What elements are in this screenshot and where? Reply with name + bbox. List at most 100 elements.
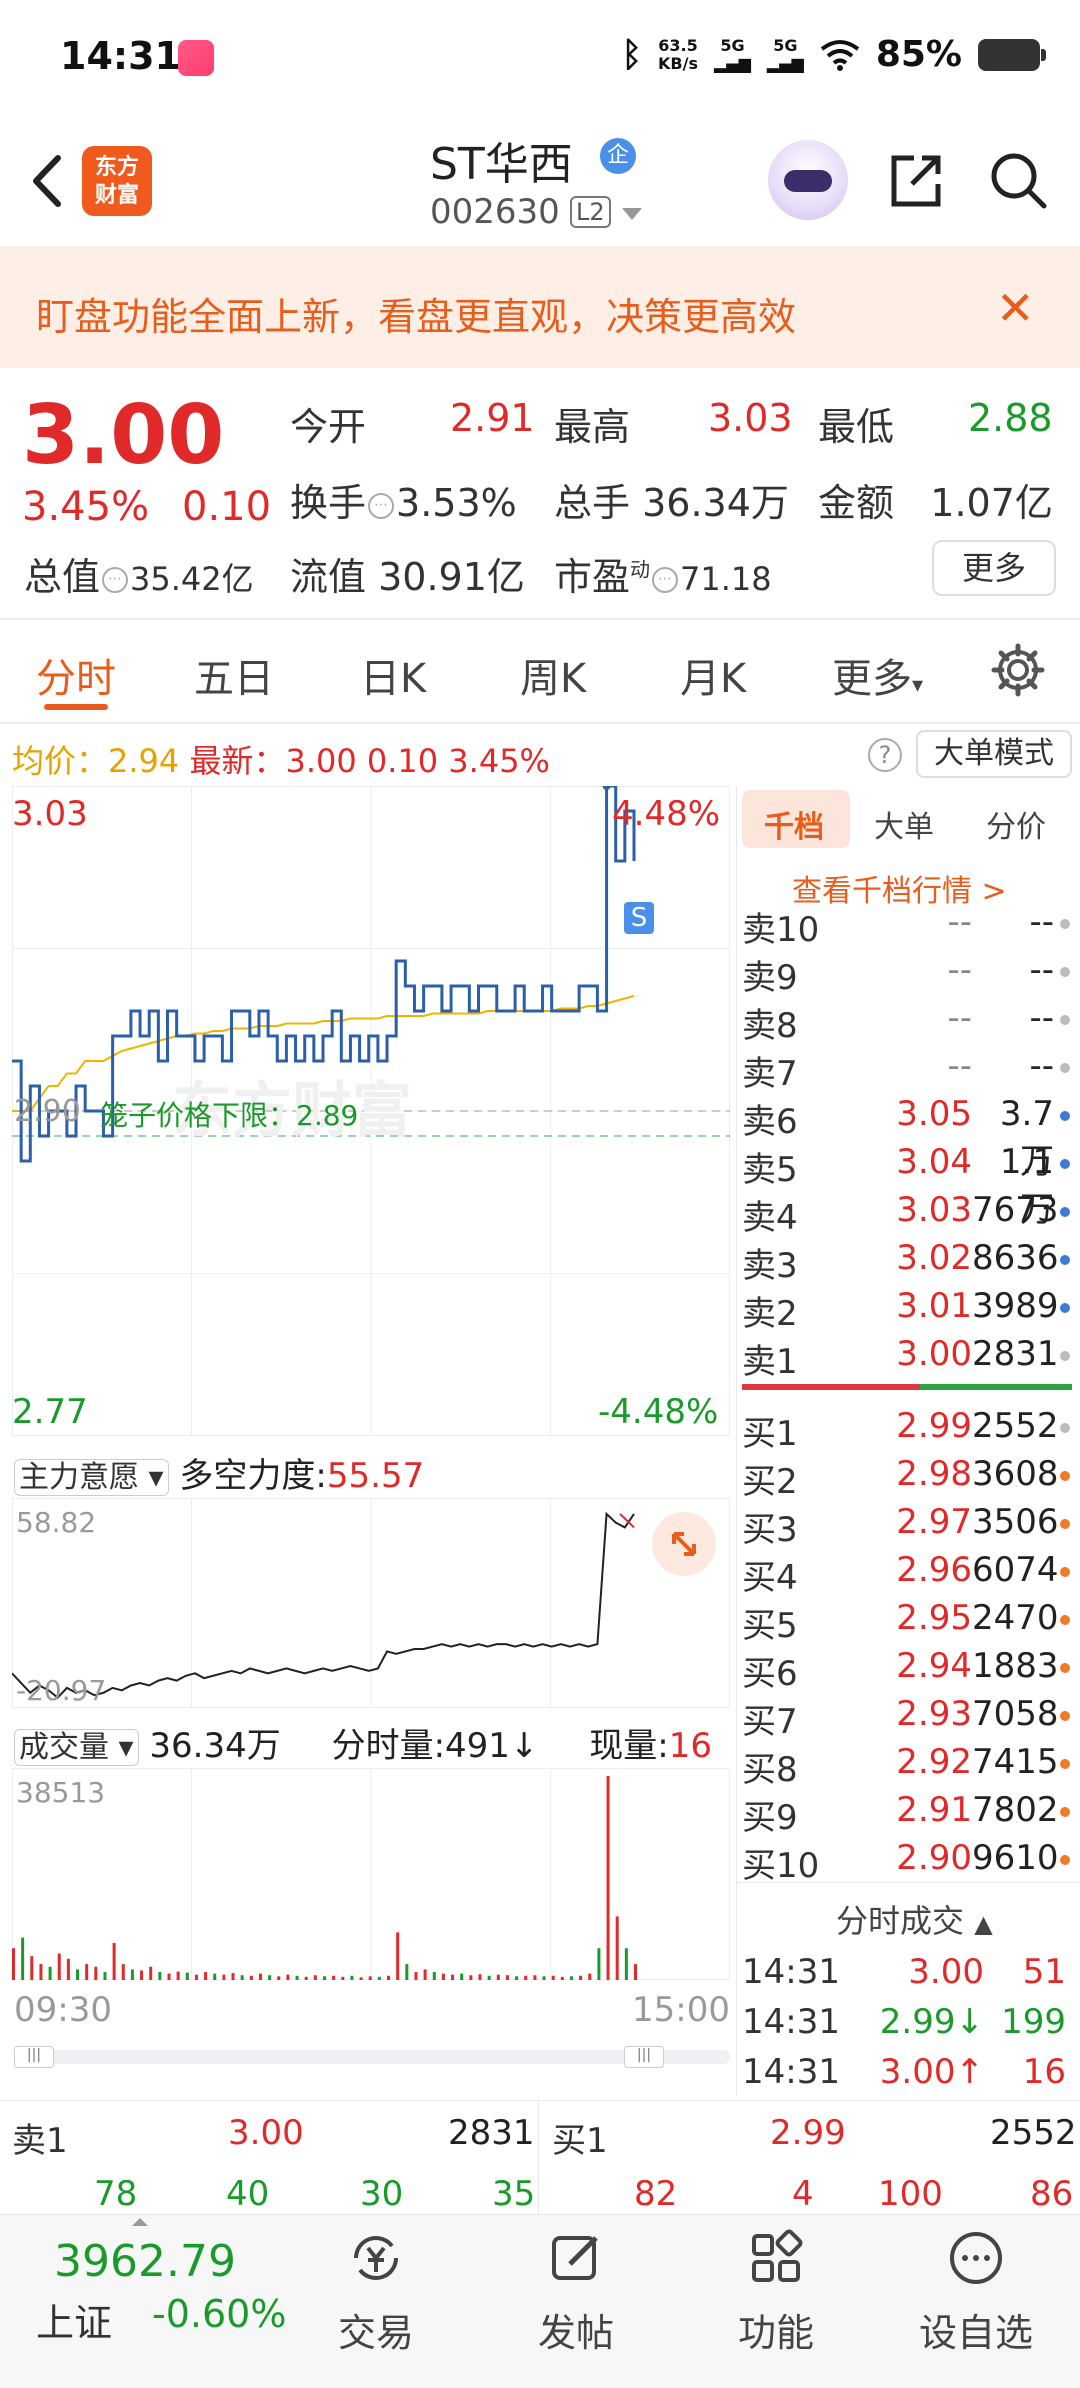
sell-level-row[interactable]: 卖5 3.04 1.1万: [742, 1142, 1072, 1230]
volume-chart[interactable]: [12, 1768, 730, 1980]
tab-intraday[interactable]: 分时: [36, 646, 116, 704]
share-icon[interactable]: [884, 148, 948, 212]
sell1-price: 3.00: [228, 2113, 304, 2153]
scroll-handle-left[interactable]: |||: [14, 2046, 54, 2068]
y-mid-label: 2.90: [14, 1094, 81, 1129]
info-icon[interactable]: ⋯: [102, 566, 129, 593]
nav-functions[interactable]: 功能: [706, 2228, 846, 2357]
nav-trade[interactable]: 交易: [306, 2228, 446, 2357]
tab-weekly-k[interactable]: 周K: [520, 646, 586, 704]
scroll-handle-right[interactable]: |||: [624, 2046, 664, 2068]
buy-level-row[interactable]: 买9 2.91 7802: [742, 1790, 1072, 1838]
volume-bar: [478, 1974, 482, 1980]
chart-scrollbar[interactable]: [14, 2050, 730, 2064]
sell-level-row[interactable]: 卖3 3.02 8636: [742, 1238, 1072, 1286]
buy-level-row[interactable]: 买4 2.96 6074: [742, 1550, 1072, 1598]
time-start-label: 09:30: [14, 1990, 112, 2030]
buy-level-row[interactable]: 买1 2.99 2552: [742, 1406, 1072, 1454]
level-dot: [1060, 919, 1070, 929]
big-order-mode-button[interactable]: 大单模式: [916, 730, 1072, 778]
tab-five-day[interactable]: 五日: [194, 646, 274, 704]
level-volume: --: [1029, 950, 1054, 990]
gear-icon[interactable]: [990, 642, 1046, 698]
close-icon[interactable]: ✕: [996, 285, 1035, 331]
volume-bar: [213, 1973, 217, 1980]
volume-bar: [48, 1966, 52, 1980]
volume-bar: [560, 1976, 564, 1980]
volume-bar: [396, 1932, 400, 1980]
sell-signal-marker[interactable]: S: [624, 902, 654, 934]
sell-level-row[interactable]: 卖7 -- --: [742, 1046, 1072, 1094]
tab-monthly-k[interactable]: 月K: [680, 646, 746, 704]
volume-bar: [121, 1964, 125, 1980]
level-dot: [1060, 1615, 1070, 1625]
tick-row: 14:31 3.00↑ 16: [742, 2052, 1072, 2102]
ai-assistant-icon[interactable]: [768, 140, 848, 220]
buy-level-row[interactable]: 买2 2.98 3608: [742, 1454, 1072, 1502]
nav-watchlist[interactable]: 设自选: [906, 2228, 1046, 2357]
sell-level-row[interactable]: 卖1 3.00 2831: [742, 1334, 1072, 1382]
volume-max-label: 38513: [16, 1776, 106, 1809]
level-dot: [1060, 1519, 1070, 1529]
battery-percent: 85%: [875, 34, 962, 75]
indicator-dropdown[interactable]: 主力意愿 ▾: [14, 1459, 169, 1496]
help-icon[interactable]: ?: [868, 738, 902, 772]
volume-bar: [286, 1974, 290, 1980]
sell-level-row[interactable]: 卖2 3.01 3989: [742, 1286, 1072, 1334]
index-name[interactable]: 上证: [36, 2292, 112, 2347]
more-button[interactable]: 更多: [932, 540, 1056, 596]
volume-bar: [194, 1974, 198, 1980]
stock-code[interactable]: 002630: [430, 192, 560, 232]
tab-big-orders[interactable]: 大单: [874, 802, 934, 846]
sell-level-row[interactable]: 卖6 3.05 3.7万: [742, 1094, 1072, 1182]
index-value[interactable]: 3962.79: [54, 2236, 236, 2287]
volume-dropdown[interactable]: 成交量 ▾: [14, 1729, 139, 1766]
indicator-max-label: 58.82: [16, 1506, 97, 1539]
nav-post[interactable]: 发帖: [506, 2228, 646, 2357]
sell1-label: 卖1: [12, 2121, 68, 2161]
tab-daily-k[interactable]: 日K: [360, 646, 426, 704]
signal-1-icon: 5G ▂▄▆: [713, 35, 751, 73]
search-icon[interactable]: [986, 148, 1050, 212]
divider: [736, 1882, 1080, 1883]
indicator-chart[interactable]: [12, 1498, 730, 1708]
ticks-title[interactable]: 分时成交 ▲: [836, 1896, 993, 1942]
sell-level-row[interactable]: 卖9 -- --: [742, 950, 1072, 998]
index-change[interactable]: -0.60%: [152, 2292, 286, 2336]
back-icon[interactable]: [18, 146, 78, 216]
level-dot: [1060, 1111, 1070, 1121]
level2-badge[interactable]: L2: [570, 196, 611, 228]
buy-level-row[interactable]: 买3 2.97 3506: [742, 1502, 1072, 1550]
volume-bar: [542, 1976, 546, 1980]
volume-bar: [359, 1977, 363, 1980]
buy-level-row[interactable]: 买6 2.94 1883: [742, 1646, 1072, 1694]
buy-ratio-bar: [920, 1384, 1072, 1390]
status-time: 14:31: [60, 34, 181, 78]
level-label: 买5: [742, 1606, 798, 1646]
sell-level-row[interactable]: 卖8 -- --: [742, 998, 1072, 1046]
volume-label: 总手 36.34万: [554, 481, 789, 525]
tab-thousand-level[interactable]: 千档: [764, 802, 824, 846]
volume-bar: [258, 1973, 262, 1980]
info-icon[interactable]: ⋯: [368, 492, 395, 519]
y-top-pct-label: 4.48%: [612, 794, 721, 834]
sell-level-row[interactable]: 卖4 3.03 7673: [742, 1190, 1072, 1238]
volume-bar: [231, 1973, 235, 1980]
expand-icon[interactable]: [652, 1512, 716, 1576]
chevron-down-icon[interactable]: [622, 208, 642, 220]
buy-level-row[interactable]: 买7 2.93 7058: [742, 1694, 1072, 1742]
tab-price-distribution[interactable]: 分价: [986, 802, 1046, 846]
buy-level-row[interactable]: 买10 2.90 9610: [742, 1838, 1072, 1886]
tick-time: 14:31: [742, 2052, 840, 2092]
status-bar: 14:31 ᛒ 63.5 KB/s 5G ▂▄▆ 5G ▂▄▆ 85%: [0, 0, 1080, 116]
buy-level-row[interactable]: 买5 2.95 2470: [742, 1598, 1072, 1646]
sell-level-row[interactable]: 卖10 -- --: [742, 902, 1072, 950]
app-logo[interactable]: 东方 财富: [82, 146, 152, 216]
volume-bar: [76, 1969, 80, 1980]
tab-more[interactable]: 更多▾: [832, 646, 923, 704]
buy-level-row[interactable]: 买8 2.92 7415: [742, 1742, 1072, 1790]
level-price: 2.95: [896, 1598, 972, 1638]
promo-text[interactable]: 盯盘功能全面上新，看盘更直观，决策更高效: [36, 286, 796, 341]
info-icon[interactable]: ⋯: [652, 566, 679, 593]
chevron-up-icon[interactable]: [132, 2218, 148, 2226]
